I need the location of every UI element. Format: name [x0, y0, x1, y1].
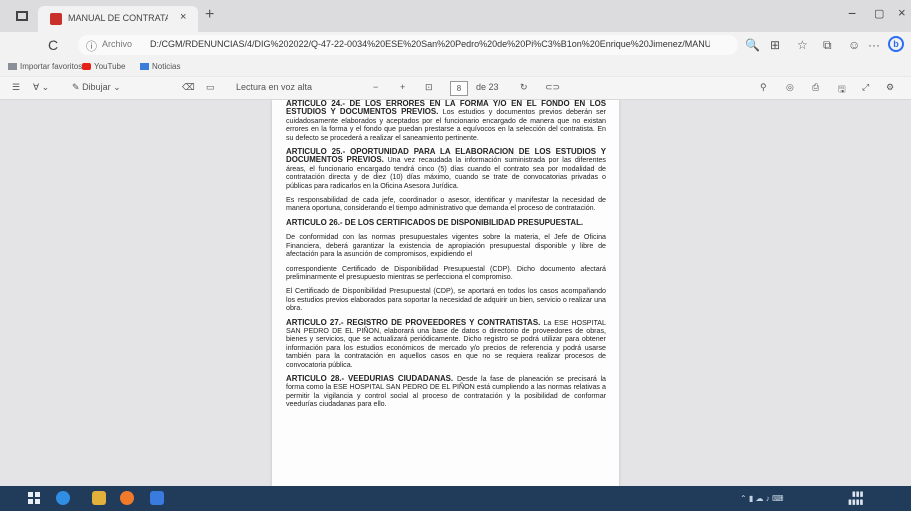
- favorite-star-icon[interactable]: ☆: [797, 38, 808, 52]
- paragraph-body: De conformidad con las normas presupuest…: [286, 233, 606, 259]
- taskbar: ⌃ ▮ ☁ ♪ ⌨ ▮▮▮ ▮▮▮▮: [0, 486, 911, 511]
- news-icon: [140, 63, 149, 70]
- zoom-icon[interactable]: 🔍: [745, 38, 760, 52]
- contents-icon[interactable]: ☰: [12, 82, 20, 93]
- tab-actions-icon[interactable]: [16, 11, 28, 21]
- document-paragraph: ARTICULO 24.- DE LOS ERRORES EN LA FORMA…: [286, 100, 606, 142]
- page-total: de 23: [476, 82, 499, 92]
- folder-icon: [8, 63, 17, 70]
- favorites-bar: Importar favoritos YouTube Noticias: [0, 58, 911, 76]
- youtube-icon: [82, 63, 91, 70]
- document-paragraph: correspondiente Certificado de Disponibi…: [286, 265, 606, 282]
- fit-page-icon[interactable]: ⊡: [425, 82, 433, 93]
- search-icon[interactable]: ⚲: [760, 82, 767, 93]
- start-icon[interactable]: [28, 492, 40, 504]
- favorite-label: YouTube: [94, 62, 126, 71]
- pdf-viewer[interactable]: ARTICULO 24.- DE LOS ERRORES EN LA FORMA…: [0, 100, 911, 486]
- read-aloud-button[interactable]: Lectura en voz alta: [236, 82, 312, 92]
- bing-icon[interactable]: b: [888, 36, 904, 52]
- paragraph-body: El Certificado de Disponibilidad Presupu…: [286, 287, 606, 313]
- app-icon[interactable]: [120, 491, 134, 505]
- save-icon[interactable]: 🖫: [838, 82, 846, 98]
- immersive-reader-icon[interactable]: ⊞: [770, 38, 780, 52]
- favorite-item-youtube[interactable]: YouTube: [82, 62, 125, 71]
- favorite-item-import[interactable]: Importar favoritos: [8, 62, 82, 71]
- paragraph-body: La ESE HOSPITAL SAN PEDRO DE EL PIÑON, e…: [286, 318, 606, 369]
- more-options-icon[interactable]: ···: [868, 38, 880, 52]
- zoom-out-button[interactable]: −: [373, 82, 378, 92]
- url-scheme: Archivo: [102, 39, 133, 49]
- file-explorer-icon[interactable]: [92, 491, 106, 505]
- tab-title: MANUAL DE CONTRATACION ...: [68, 13, 168, 23]
- erase-icon[interactable]: ⌫: [182, 82, 195, 93]
- info-icon[interactable]: ⓘ: [86, 38, 97, 54]
- store-icon[interactable]: [150, 491, 164, 505]
- url-text[interactable]: D:/CGM/RDENUNCIAS/4/DIG%202022/Q-47-22-0…: [150, 39, 710, 49]
- paragraph-body: Es responsabilidad de cada jefe, coordin…: [286, 196, 606, 213]
- collections-icon[interactable]: ⧉: [823, 38, 832, 53]
- document-paragraph: ARTICULO 26.- DE LOS CERTIFICADOS DE DIS…: [286, 217, 606, 227]
- address-bar: C ⓘ Archivo D:/CGM/RDENUNCIAS/4/DIG%2020…: [0, 32, 911, 58]
- document-paragraph: Es responsabilidad de cada jefe, coordin…: [286, 196, 606, 213]
- tab-close-icon[interactable]: ×: [180, 11, 186, 23]
- page-number-input[interactable]: 8: [450, 81, 468, 96]
- pdf-favicon-icon: [50, 13, 62, 25]
- close-window-button[interactable]: ×: [898, 5, 906, 20]
- paragraph-body: correspondiente Certificado de Disponibi…: [286, 264, 606, 281]
- print-icon[interactable]: ⎙: [812, 82, 819, 93]
- rotate-icon[interactable]: ↻: [520, 82, 528, 93]
- clock[interactable]: ▮▮▮ ▮▮▮▮: [848, 491, 863, 507]
- pdf-toolbar: ☰ ∀ ⌄ ✎ Dibujar ⌄ ⌫ ▭ Lectura en voz alt…: [0, 77, 911, 100]
- article-heading: ARTICULO 26.- DE LOS CERTIFICADOS DE DIS…: [286, 217, 584, 227]
- browser-app-icon[interactable]: [56, 491, 70, 505]
- minimize-button[interactable]: −: [848, 5, 856, 21]
- profile-icon[interactable]: ☺: [848, 38, 860, 52]
- fullscreen-icon[interactable]: ⤢: [862, 82, 869, 93]
- maximize-button[interactable]: ▢: [874, 7, 884, 20]
- document-paragraph: ARTICULO 27.- REGISTRO DE PROVEEDORES Y …: [286, 317, 606, 369]
- draw-button[interactable]: ✎ Dibujar ⌄: [72, 82, 121, 93]
- document-paragraph: El Certificado de Disponibilidad Presupu…: [286, 287, 606, 312]
- title-bar: MANUAL DE CONTRATACION ... × + − ▢ ×: [0, 0, 911, 32]
- favorite-label: Noticias: [152, 62, 181, 71]
- system-tray[interactable]: ⌃ ▮ ☁ ♪ ⌨: [740, 494, 784, 503]
- new-tab-button[interactable]: +: [205, 7, 214, 23]
- document-text: ARTICULO 24.- DE LOS ERRORES EN LA FORMA…: [286, 100, 606, 415]
- page-view-icon[interactable]: ⊂⊃: [545, 82, 560, 93]
- document-paragraph: De conformidad con las normas presupuest…: [286, 233, 606, 258]
- settings-icon[interactable]: ⚙: [886, 82, 894, 93]
- favorite-label: Importar favoritos: [20, 62, 83, 71]
- browser-tab[interactable]: MANUAL DE CONTRATACION ... ×: [38, 6, 198, 32]
- pdf-page: ARTICULO 24.- DE LOS ERRORES EN LA FORMA…: [272, 100, 619, 486]
- refresh-button[interactable]: C: [48, 37, 58, 53]
- draw-icon: ✎: [72, 82, 80, 92]
- annotations-icon[interactable]: ◎: [786, 82, 794, 93]
- document-paragraph: ARTICULO 25.- OPORTUNIDAD PARA LA ELABOR…: [286, 147, 606, 190]
- zoom-in-button[interactable]: +: [400, 82, 405, 92]
- draw-label: Dibujar: [82, 82, 111, 92]
- article-heading: ARTICULO 27.- REGISTRO DE PROVEEDORES Y …: [286, 317, 544, 327]
- highlight-icon[interactable]: ∀ ⌄: [33, 82, 49, 93]
- document-paragraph: ARTICULO 28.- VEEDURIAS CIUDADANAS. Desd…: [286, 373, 606, 409]
- article-heading: ARTICULO 28.- VEEDURIAS CIUDADANAS.: [286, 373, 457, 383]
- url-field[interactable]: ⓘ Archivo D:/CGM/RDENUNCIAS/4/DIG%202022…: [78, 35, 738, 55]
- view-icon[interactable]: ▭: [206, 82, 215, 93]
- favorite-item-news[interactable]: Noticias: [140, 62, 180, 71]
